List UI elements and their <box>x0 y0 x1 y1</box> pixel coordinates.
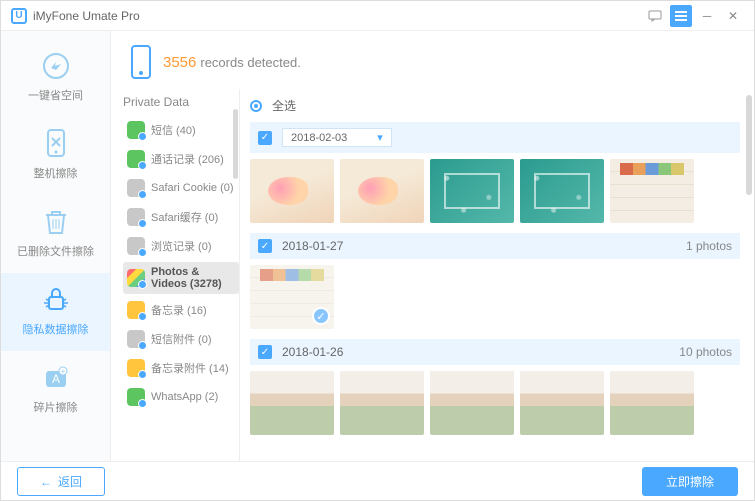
nav-erase-private[interactable]: 隐私数据擦除 <box>1 273 110 351</box>
data-item-photos-videos[interactable]: Photos & Videos (3278) <box>123 262 239 294</box>
close-icon[interactable]: ✕ <box>722 5 744 27</box>
records-header: 3556 records detected. <box>111 31 754 89</box>
gallery-scrollbar[interactable] <box>746 95 752 195</box>
group-checkbox[interactable] <box>258 345 272 359</box>
panel-title: Private Data <box>123 95 239 109</box>
minimize-icon[interactable]: ─ <box>696 5 718 27</box>
sidebar: 一键省空间 整机擦除 已删除文件擦除 隐私数据擦除 A+ 碎片擦除 <box>1 31 111 461</box>
data-item-note-attach[interactable]: 备忘录附件 (14) <box>123 355 239 381</box>
photo-thumb[interactable] <box>340 159 424 223</box>
photo-gallery: 全选 2018-02-03▾ 2018-01-27 1 photos <box>239 89 754 461</box>
back-button[interactable]: ←返回 <box>17 467 105 496</box>
data-item-messages[interactable]: 短信 (40) <box>123 117 239 143</box>
feedback-icon[interactable] <box>644 5 666 27</box>
group-checkbox[interactable] <box>258 239 272 253</box>
date-group-header[interactable]: 2018-01-27 1 photos <box>250 233 740 259</box>
panel-scrollbar[interactable] <box>233 109 238 179</box>
photo-thumb[interactable] <box>610 371 694 435</box>
date-group-header[interactable]: 2018-01-26 10 photos <box>250 339 740 365</box>
app-title: iMyFone Umate Pro <box>33 9 644 23</box>
data-item-notes[interactable]: 备忘录 (16) <box>123 297 239 323</box>
group-checkbox[interactable] <box>258 131 272 145</box>
photo-thumb[interactable] <box>430 371 514 435</box>
photo-thumb[interactable] <box>520 159 604 223</box>
photo-thumb[interactable] <box>430 159 514 223</box>
select-all-row[interactable]: 全选 <box>250 97 740 114</box>
data-item-whatsapp[interactable]: WhatsApp (2) <box>123 384 239 410</box>
records-text: records detected. <box>200 55 300 70</box>
data-item-calls[interactable]: 通话记录 (206) <box>123 146 239 172</box>
records-count: 3556 <box>163 54 196 71</box>
data-item-history[interactable]: 浏览记录 (0) <box>123 233 239 259</box>
select-all-radio[interactable] <box>250 100 262 112</box>
data-item-safari-cookie[interactable]: Safari Cookie (0) <box>123 175 239 201</box>
erase-now-button[interactable]: 立即擦除 <box>642 467 738 496</box>
photo-thumb[interactable]: ✓ <box>250 265 334 329</box>
photo-thumb[interactable] <box>520 371 604 435</box>
nav-erase-all[interactable]: 整机擦除 <box>1 117 110 195</box>
photo-checked-icon: ✓ <box>312 307 330 325</box>
data-type-panel: Private Data 短信 (40) 通话记录 (206) Safari C… <box>111 89 239 461</box>
svg-text:+: + <box>60 367 65 376</box>
data-item-safari-cache[interactable]: Safari缓存 (0) <box>123 204 239 230</box>
svg-text:A: A <box>51 372 59 386</box>
nav-erase-deleted[interactable]: 已删除文件擦除 <box>1 195 110 273</box>
date-group-header[interactable]: 2018-02-03▾ <box>250 122 740 153</box>
photo-thumb[interactable] <box>250 159 334 223</box>
chevron-down-icon: ▾ <box>377 131 383 144</box>
photo-thumb[interactable] <box>340 371 424 435</box>
arrow-left-icon: ← <box>40 475 52 489</box>
nav-erase-fragments[interactable]: A+ 碎片擦除 <box>1 351 110 429</box>
app-logo: U <box>11 8 27 24</box>
photo-thumb[interactable] <box>250 371 334 435</box>
phone-icon <box>131 45 151 79</box>
date-picker[interactable]: 2018-02-03▾ <box>282 128 392 147</box>
menu-icon[interactable] <box>670 5 692 27</box>
photo-thumb[interactable] <box>610 159 694 223</box>
nav-free-space[interactable]: 一键省空间 <box>1 39 110 117</box>
data-item-msg-attach[interactable]: 短信附件 (0) <box>123 326 239 352</box>
